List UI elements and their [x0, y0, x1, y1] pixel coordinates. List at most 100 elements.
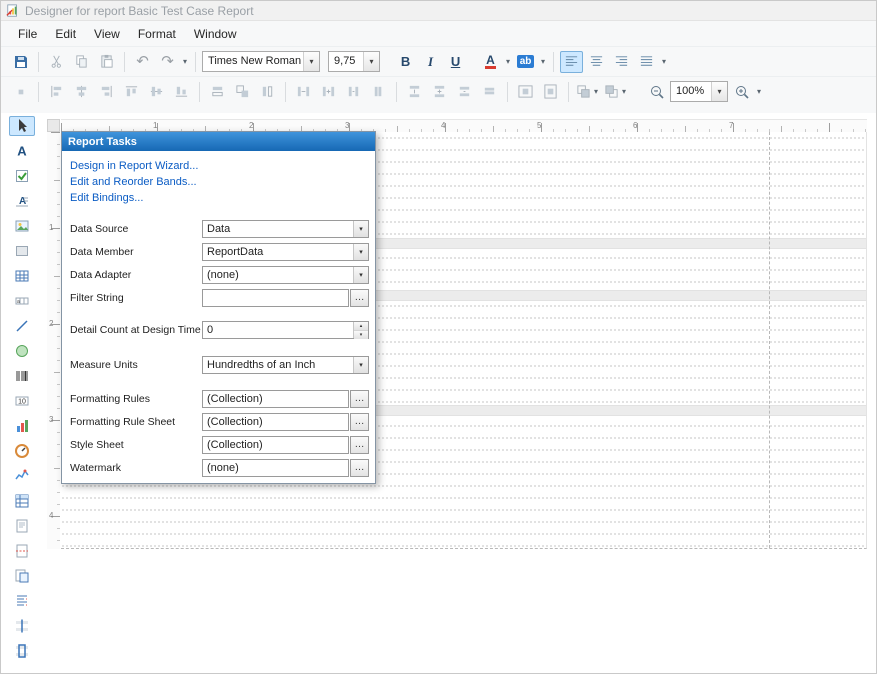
toolbox-item-panel[interactable] — [9, 241, 35, 261]
highlight-chevron-icon[interactable]: ▾ — [539, 57, 547, 66]
filter-string-ellipsis-button[interactable]: … — [350, 289, 369, 307]
copy-button[interactable] — [70, 51, 93, 73]
paste-button[interactable] — [95, 51, 118, 73]
equal-horizontal-spacing-button[interactable] — [292, 81, 315, 103]
send-to-back-button[interactable]: ▾ — [603, 81, 629, 103]
toolbox-item-cross-band-line[interactable] — [9, 616, 35, 636]
center-vertically-button[interactable] — [539, 81, 562, 103]
zoom-out-button[interactable] — [645, 81, 668, 103]
font-color-button[interactable]: A — [479, 51, 502, 73]
toolbox-item-page-info[interactable] — [9, 516, 35, 536]
dropdown-chevron-icon[interactable]: ▾ — [353, 221, 368, 237]
style-sheet-ellipsis-button[interactable]: … — [350, 436, 369, 454]
toolbox-item-zip-code[interactable]: 10 — [9, 391, 35, 411]
make-same-height-button[interactable] — [256, 81, 279, 103]
decrease-horizontal-spacing-button[interactable] — [342, 81, 365, 103]
align-top-edges-button[interactable] — [120, 81, 143, 103]
measure-units-dropdown[interactable]: Hundredths of an Inch▾ — [202, 356, 369, 374]
formatting-rules-input[interactable]: (Collection) — [202, 390, 349, 408]
align-justify-button[interactable] — [635, 51, 658, 73]
dropdown-chevron-icon[interactable]: ▾ — [353, 267, 368, 283]
underline-button[interactable]: U — [444, 51, 467, 73]
italic-button[interactable]: I — [419, 51, 442, 73]
zoom-dropdown-chevron-icon[interactable]: ▾ — [755, 87, 763, 96]
remove-horizontal-spacing-button[interactable] — [367, 81, 390, 103]
increase-horizontal-spacing-button[interactable] — [317, 81, 340, 103]
toolbox-item-check-box[interactable] — [9, 166, 35, 186]
toolbox-item-sub-report[interactable] — [9, 566, 35, 586]
make-same-size-button[interactable] — [231, 81, 254, 103]
equal-vertical-spacing-button[interactable] — [403, 81, 426, 103]
align-left-edges-button[interactable] — [45, 81, 68, 103]
menu-file[interactable]: File — [9, 23, 46, 45]
watermark-ellipsis-button[interactable]: … — [350, 459, 369, 477]
snap-to-grid-button[interactable] — [9, 81, 32, 103]
increase-vertical-spacing-button[interactable] — [428, 81, 451, 103]
toolbox-item-picture-box[interactable] — [9, 216, 35, 236]
align-right-button[interactable] — [610, 51, 633, 73]
formatting-rule-sheet-ellipsis-button[interactable]: … — [350, 413, 369, 431]
link-edit-and-reorder-bands[interactable]: Edit and Reorder Bands... — [70, 176, 197, 188]
bold-button[interactable]: B — [394, 51, 417, 73]
remove-vertical-spacing-button[interactable] — [478, 81, 501, 103]
font-name-combo[interactable]: Times New Roman ▾ — [202, 51, 320, 72]
toolbox-item-character-comb[interactable]: a — [9, 291, 35, 311]
watermark-input[interactable]: (none) — [202, 459, 349, 477]
font-name-chevron-icon[interactable]: ▾ — [303, 52, 319, 71]
align-left-button[interactable] — [560, 51, 583, 73]
align-bottom-edges-button[interactable] — [170, 81, 193, 103]
toolbox-item-sparkline[interactable] — [9, 466, 35, 486]
align-horizontal-centers-button[interactable] — [70, 81, 93, 103]
font-size-combo[interactable]: 9,75 ▾ — [328, 51, 380, 72]
redo-button[interactable]: ↷ — [156, 51, 179, 73]
link-design-in-report-wizard[interactable]: Design in Report Wizard... — [70, 160, 198, 172]
decrease-vertical-spacing-button[interactable] — [453, 81, 476, 103]
toolbox-item-chart[interactable] — [9, 416, 35, 436]
dropdown-chevron-icon[interactable]: ▾ — [353, 357, 368, 373]
toolbox-item-cross-band-box[interactable] — [9, 641, 35, 661]
font-color-chevron-icon[interactable]: ▾ — [504, 57, 512, 66]
undo-button[interactable]: ↶ — [131, 51, 154, 73]
font-size-chevron-icon[interactable]: ▾ — [363, 52, 379, 71]
bring-to-front-button[interactable]: ▾ — [575, 81, 601, 103]
menu-edit[interactable]: Edit — [46, 23, 85, 45]
data-source-dropdown[interactable]: Data▾ — [202, 220, 369, 238]
cut-button[interactable] — [45, 51, 68, 73]
toolbar-overflow-chevron-icon[interactable]: ▾ — [660, 57, 668, 66]
toolbox-item-bar-code[interactable] — [9, 366, 35, 386]
center-horizontally-button[interactable] — [514, 81, 537, 103]
link-edit-bindings[interactable]: Edit Bindings... — [70, 192, 143, 204]
style-sheet-input[interactable]: (Collection) — [202, 436, 349, 454]
save-button[interactable] — [9, 51, 32, 73]
menu-format[interactable]: Format — [129, 23, 185, 45]
toolbox-item-table[interactable] — [9, 266, 35, 286]
spin-up-icon[interactable]: ▴ — [354, 322, 368, 331]
toolbox-item-pointer[interactable] — [9, 116, 35, 136]
dropdown-chevron-icon[interactable]: ▾ — [353, 244, 368, 260]
toolbox-item-pivot-grid[interactable] — [9, 491, 35, 511]
make-same-width-button[interactable] — [206, 81, 229, 103]
spin-down-icon[interactable]: ▾ — [354, 331, 368, 339]
formatting-rules-ellipsis-button[interactable]: … — [350, 390, 369, 408]
menu-window[interactable]: Window — [185, 23, 246, 45]
align-vertical-centers-button[interactable] — [145, 81, 168, 103]
align-right-edges-button[interactable] — [95, 81, 118, 103]
data-member-dropdown[interactable]: ReportData▾ — [202, 243, 369, 261]
toolbox-item-shape[interactable] — [9, 341, 35, 361]
toolbox-item-gauge[interactable] — [9, 441, 35, 461]
formatting-rule-sheet-input[interactable]: (Collection) — [202, 413, 349, 431]
align-center-button[interactable] — [585, 51, 608, 73]
zoom-level-chevron-icon[interactable]: ▾ — [711, 82, 727, 101]
filter-string-input[interactable] — [202, 289, 349, 307]
highlight-button[interactable]: ab — [514, 51, 537, 73]
data-adapter-dropdown[interactable]: (none)▾ — [202, 266, 369, 284]
toolbox-item-rich-text[interactable]: A — [9, 191, 35, 211]
zoom-level-combo[interactable]: 100% ▾ — [670, 81, 728, 102]
toolbox-item-line[interactable] — [9, 316, 35, 336]
toolbox-item-label[interactable]: A — [9, 141, 35, 161]
toolbox-item-page-break[interactable] — [9, 541, 35, 561]
redo-dropdown-chevron-icon[interactable]: ▾ — [181, 57, 189, 66]
toolbox-item-table-of-contents[interactable] — [9, 591, 35, 611]
menu-view[interactable]: View — [85, 23, 129, 45]
zoom-in-button[interactable] — [730, 81, 753, 103]
